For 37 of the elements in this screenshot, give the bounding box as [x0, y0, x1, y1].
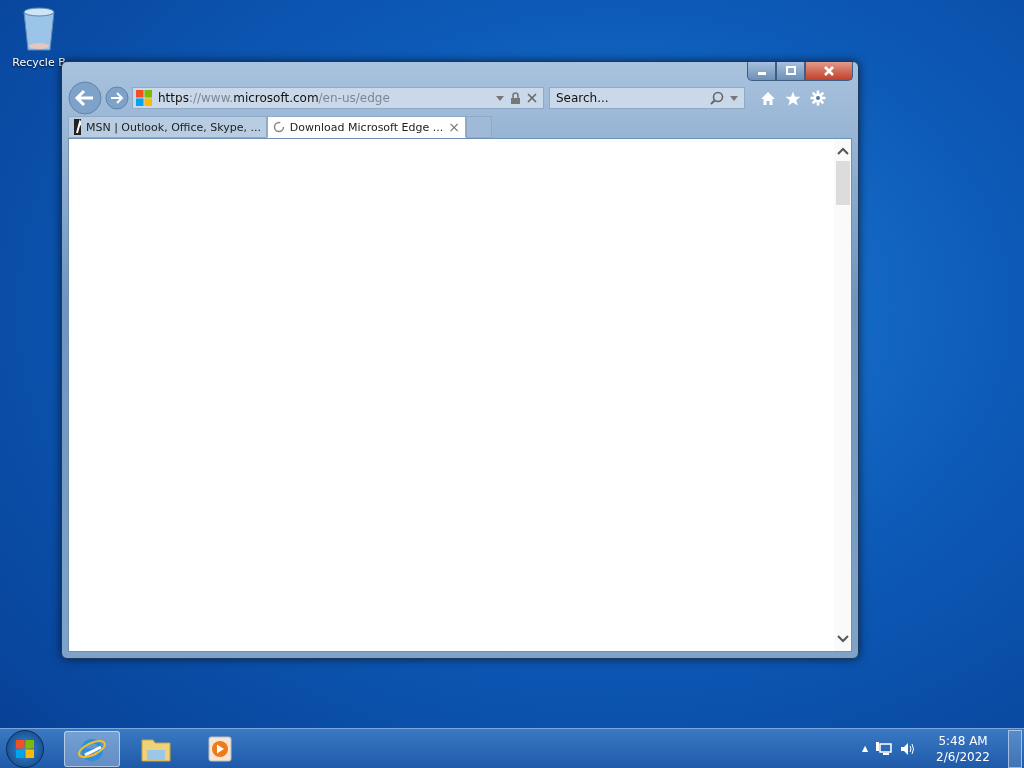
- windows-logo-icon: [15, 738, 35, 759]
- search-input[interactable]: Search...: [556, 91, 704, 105]
- maximize-button[interactable]: [776, 62, 805, 81]
- star-icon[interactable]: [785, 90, 801, 106]
- scroll-down-icon[interactable]: [836, 635, 849, 643]
- dropdown-icon[interactable]: [496, 95, 504, 101]
- lock-icon: [510, 92, 521, 104]
- taskbar-app-button[interactable]: [64, 730, 120, 767]
- speaker-icon[interactable]: [900, 741, 917, 756]
- browser-tab[interactable]: MSN | Outlook, Office, Skype, ...: [68, 116, 267, 138]
- recycle-bin-icon[interactable]: [21, 6, 57, 52]
- settings-icon[interactable]: [810, 90, 826, 106]
- close-icon: [823, 66, 835, 76]
- clock[interactable]: 5:48 AM 2/6/2022: [936, 732, 990, 765]
- time-text: 5:48 AM: [938, 732, 988, 749]
- scroll-up-icon[interactable]: [836, 147, 849, 155]
- tab-close-button[interactable]: ×: [448, 119, 460, 135]
- stop-icon[interactable]: [527, 93, 537, 103]
- forward-button[interactable]: [105, 86, 129, 110]
- show-desktop-button[interactable]: [1008, 729, 1022, 768]
- scrollbar[interactable]: [834, 139, 851, 651]
- back-button[interactable]: [68, 81, 102, 115]
- network-icon[interactable]: [876, 741, 893, 756]
- search-icon[interactable]: [710, 91, 724, 105]
- show-hidden-icons-button[interactable]: ▲: [861, 744, 869, 753]
- start-button[interactable]: [6, 729, 44, 768]
- browser-tab[interactable]: Download Microsoft Edge ... ×: [267, 116, 466, 138]
- site-logo-icon: [136, 90, 152, 106]
- date-text: 2/6/2022: [936, 748, 990, 765]
- dropdown-icon[interactable]: [730, 95, 738, 101]
- address-field[interactable]: https://www.microsoft.com/en-us/edge: [132, 87, 544, 109]
- scrollbar-thumb[interactable]: [835, 161, 850, 205]
- search-field[interactable]: Search...: [549, 87, 745, 109]
- close-button[interactable]: [805, 62, 853, 81]
- play-icon: [208, 735, 232, 762]
- minimize-button[interactable]: [747, 62, 776, 81]
- maximize-icon: [785, 66, 796, 76]
